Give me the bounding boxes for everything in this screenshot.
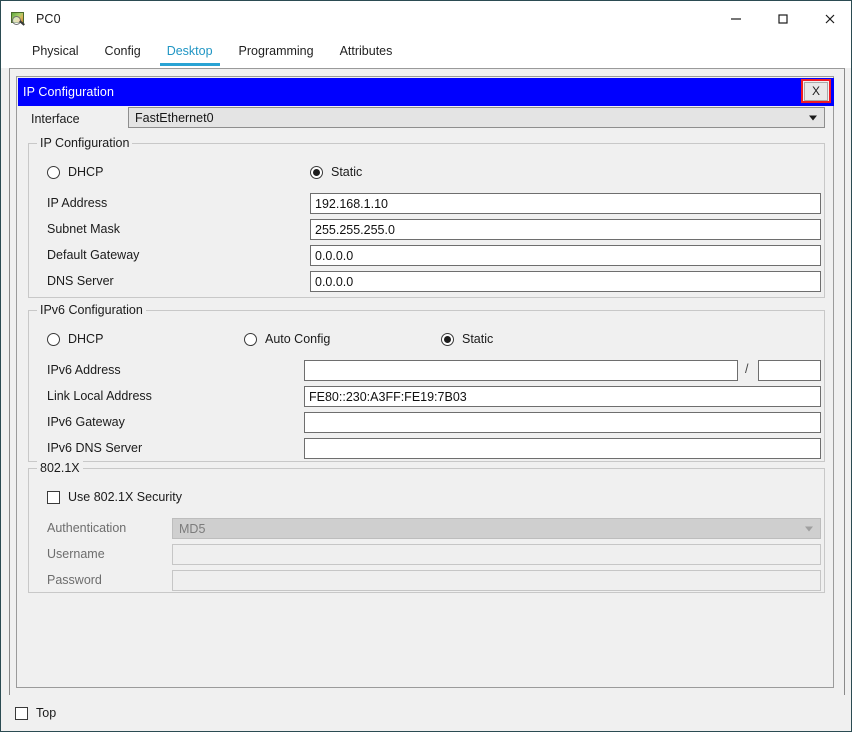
radio-ipv6-dhcp-label: DHCP [68,332,104,346]
authentication-label: Authentication [47,521,127,535]
username-input[interactable] [172,544,821,565]
dialog-close-highlight: X [801,79,831,103]
interface-value: FastEthernet0 [135,110,214,125]
use-802-1x-security-label: Use 802.1X Security [68,490,182,504]
radio-ipv6-static[interactable]: Static [441,332,493,346]
password-input[interactable] [172,570,821,591]
main-tabbar: Physical Config Desktop Programming Attr… [1,36,851,68]
ipv6-dns-server-label: IPv6 DNS Server [47,441,143,455]
radio-dot-icon [47,165,60,179]
use-802-1x-security-checkbox[interactable]: Use 802.1X Security [47,490,182,504]
ipv6-dns-server-input[interactable] [304,438,821,459]
radio-ipv6-auto-config-label: Auto Config [265,332,331,346]
ipv6-address-label: IPv6 Address [47,363,121,377]
interface-dropdown[interactable]: FastEthernet0 [128,107,825,128]
interface-label: Interface [31,112,80,126]
chevron-down-icon [809,115,817,120]
radio-ip-static[interactable]: Static [310,165,362,179]
radio-dot-icon [310,165,323,179]
authentication-dropdown[interactable]: MD5 [172,518,821,539]
default-gateway-label: Default Gateway [47,248,140,262]
checkbox-box-icon [15,706,28,720]
ipv6-prefix-separator: / [745,362,749,376]
dns-server-input[interactable]: 0.0.0.0 [310,271,821,292]
radio-ipv6-static-label: Static [462,332,494,346]
authentication-value: MD5 [179,521,206,536]
tab-config[interactable]: Config [92,36,154,66]
top-checkbox-label: Top [36,706,57,720]
ipv6-prefix-length-input[interactable] [758,360,821,381]
ipv6-configuration-group: IPv6 Configuration DHCP Auto Config Stat… [28,303,825,462]
ipv6-configuration-group-label: IPv6 Configuration [37,303,146,317]
packet-tracer-window: PC0 Physical Config Desktop Programming … [0,0,852,732]
dot1x-group-label: 802.1X [37,461,83,475]
ip-address-label: IP Address [47,196,108,210]
checkbox-box-icon [47,490,60,504]
ipv6-address-input[interactable] [304,360,738,381]
subnet-mask-label: Subnet Mask [47,222,120,236]
ipv6-gateway-input[interactable] [304,412,821,433]
password-label: Password [47,573,102,587]
tab-programming[interactable]: Programming [226,36,327,66]
ip-address-input[interactable]: 192.168.1.10 [310,193,821,214]
link-local-address-input[interactable]: FE80::230:A3FF:FE19:7B03 [304,386,821,407]
radio-ipv6-auto-config[interactable]: Auto Config [244,332,330,346]
radio-ipv6-dhcp[interactable]: DHCP [47,332,103,346]
window-footer: Top [1,695,851,731]
link-local-address-label: Link Local Address [47,389,152,403]
radio-ip-dhcp-label: DHCP [68,165,104,179]
top-checkbox[interactable]: Top [15,706,56,720]
window-title: PC0 [36,11,61,26]
chevron-down-icon [805,526,813,531]
ipv6-gateway-label: IPv6 Gateway [47,415,125,429]
maximize-button[interactable] [759,1,806,36]
interface-row: Interface FastEthernet0 [17,107,835,133]
default-gateway-input[interactable]: 0.0.0.0 [310,245,821,266]
radio-dot-icon [244,332,257,346]
username-label: Username [47,547,105,561]
ip-configuration-group-label: IP Configuration [37,136,133,150]
dot1x-group: 802.1X Use 802.1X Security Authenticatio… [28,461,825,593]
radio-ip-static-label: Static [331,165,363,179]
subnet-mask-input[interactable]: 255.255.255.0 [310,219,821,240]
ip-configuration-group: IP Configuration DHCP Static IP Address … [28,136,825,298]
dialog-close-button[interactable]: X [804,81,828,101]
window-titlebar: PC0 [1,1,851,36]
radio-dot-icon [47,332,60,346]
ip-configuration-dialog: IP Configuration X Interface FastEtherne… [16,76,834,688]
tab-desktop[interactable]: Desktop [154,36,226,66]
window-controls [712,1,851,36]
close-button[interactable] [806,1,851,36]
desktop-panel: IP Configuration X Interface FastEtherne… [9,68,845,696]
dialog-title: IP Configuration [23,85,115,99]
packet-tracer-pc-icon [11,11,27,27]
tab-physical[interactable]: Physical [19,36,92,66]
minimize-button[interactable] [712,1,759,36]
radio-dot-icon [441,332,454,346]
tab-attributes[interactable]: Attributes [327,36,406,66]
radio-ip-dhcp[interactable]: DHCP [47,165,103,179]
dns-server-label: DNS Server [47,274,114,288]
dialog-titlebar: IP Configuration [18,78,834,106]
